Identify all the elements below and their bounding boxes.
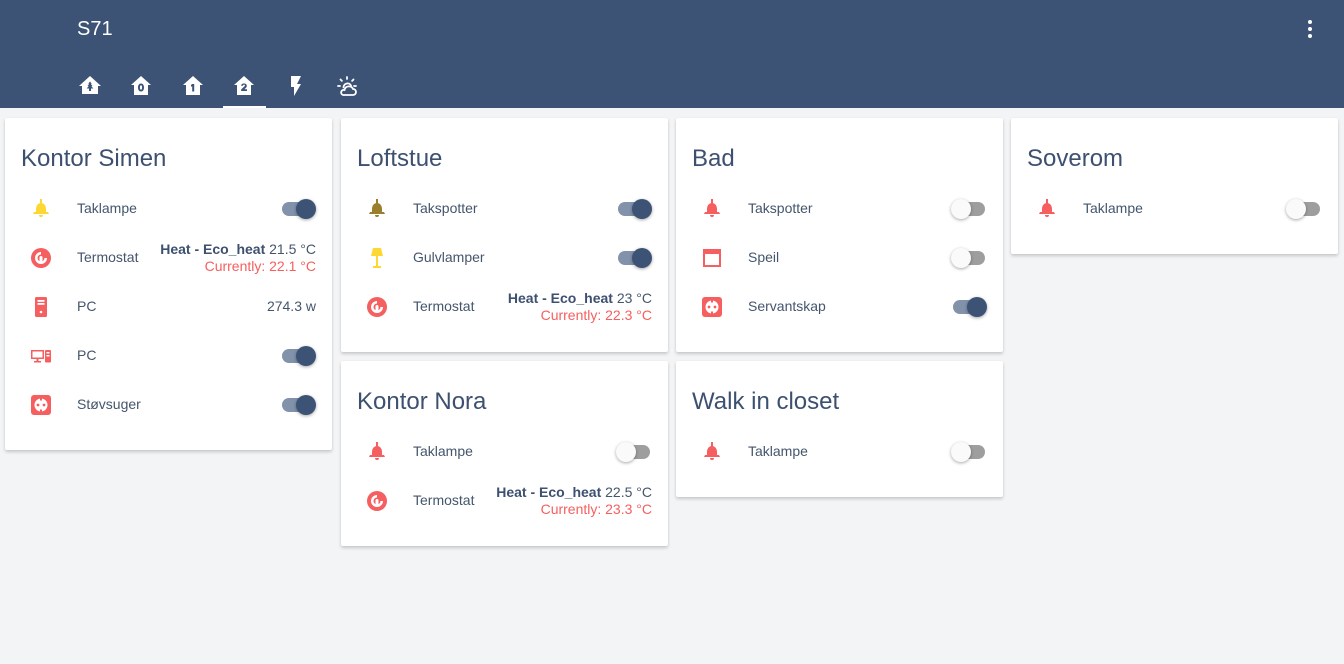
- toggle-switch[interactable]: [951, 442, 987, 462]
- floor-lamp-icon[interactable]: [365, 246, 389, 270]
- climate-state[interactable]: Heat - Eco_heat 22.5 °C Currently: 23.3 °…: [496, 484, 652, 518]
- toggle-switch[interactable]: [616, 199, 652, 219]
- card-title: Soverom: [1027, 145, 1124, 172]
- entity-row: Takspotter: [341, 185, 668, 234]
- app-title: S71: [77, 18, 113, 40]
- flash-icon: [290, 76, 301, 96]
- climate-current: Currently: 22.1 °C: [204, 258, 316, 274]
- entity-row: Termostat Heat - Eco_heat 22.5 °C Current…: [341, 477, 668, 526]
- card-walk-in-closet: Walk in closet Taklampe: [676, 361, 1003, 497]
- entity-name[interactable]: PC: [77, 347, 96, 363]
- card-kontor-simen: Kontor Simen Taklampe Termostat Heat - E…: [5, 118, 332, 450]
- card-title: Bad: [692, 145, 735, 172]
- toggle-switch[interactable]: [616, 442, 652, 462]
- entity-name[interactable]: Støvsuger: [77, 396, 141, 412]
- overflow-menu-icon[interactable]: [1300, 18, 1320, 42]
- entity-name[interactable]: PC: [77, 298, 96, 314]
- entity-row: Servantskap: [676, 283, 1003, 332]
- desktop-tower-icon[interactable]: [29, 295, 53, 319]
- entity-row: Taklampe: [1011, 185, 1338, 234]
- toggle-switch[interactable]: [616, 248, 652, 268]
- climate-mode: Heat - Eco_heat: [507, 290, 613, 306]
- toggle-switch[interactable]: [1286, 199, 1322, 219]
- climate-mode: Heat - Eco_heat: [496, 484, 602, 500]
- desktop-classic-icon[interactable]: [29, 344, 53, 368]
- home-tree-icon: [78, 76, 101, 94]
- entity-row: PC: [5, 332, 332, 381]
- tab-floor-1[interactable]: [167, 62, 219, 108]
- entity-name[interactable]: Termostat: [77, 249, 138, 265]
- ceiling-lamp-icon[interactable]: [365, 440, 389, 464]
- tab-floor-2[interactable]: [219, 62, 271, 108]
- entity-name[interactable]: Servantskap: [748, 298, 826, 314]
- climate-target: 23 °C: [616, 290, 652, 306]
- mirror-icon[interactable]: [700, 246, 724, 270]
- entity-row: Taklampe: [676, 428, 1003, 477]
- entity-name[interactable]: Taklampe: [1083, 200, 1143, 216]
- floor-1-icon: [182, 76, 203, 95]
- floor-2-icon: [234, 76, 255, 95]
- climate-target: 21.5 °C: [269, 241, 316, 257]
- card-title: Kontor Nora: [357, 388, 487, 415]
- climate-state[interactable]: Heat - Eco_heat 21.5 °C Currently: 22.1 °…: [160, 241, 316, 275]
- tab-weather[interactable]: [322, 62, 374, 108]
- thermostat-icon[interactable]: [29, 246, 53, 270]
- card-title: Walk in closet: [692, 388, 840, 415]
- toggle-switch[interactable]: [280, 199, 316, 219]
- ceiling-lamp-icon[interactable]: [1035, 197, 1059, 221]
- entity-row: Termostat Heat - Eco_heat 23 °C Currently…: [341, 283, 668, 332]
- entity-name[interactable]: Gulvlamper: [413, 249, 485, 265]
- card-soverom: Soverom Taklampe: [1011, 118, 1338, 254]
- tab-floor-0[interactable]: [116, 62, 168, 108]
- climate-current: Currently: 22.3 °C: [540, 307, 652, 323]
- entity-row: PC 274.3 w: [5, 283, 332, 332]
- toggle-switch[interactable]: [280, 395, 316, 415]
- entity-row: Takspotter: [676, 185, 1003, 234]
- climate-target: 22.5 °C: [605, 484, 652, 500]
- entity-row: Taklampe: [5, 185, 332, 234]
- entity-name[interactable]: Takspotter: [413, 200, 478, 216]
- toggle-switch[interactable]: [951, 297, 987, 317]
- ceiling-lamp-icon[interactable]: [700, 197, 724, 221]
- card-title: Loftstue: [357, 145, 443, 172]
- entity-name[interactable]: Taklampe: [748, 443, 808, 459]
- entity-name[interactable]: Taklampe: [413, 443, 473, 459]
- sensor-value: 274.3 w: [266, 298, 316, 314]
- card-kontor-nora: Kontor Nora Taklampe Termostat Heat - Ec…: [341, 361, 668, 546]
- card-loftstue: Loftstue Takspotter Gulvlamper Termostat…: [341, 118, 668, 352]
- thermostat-icon[interactable]: [365, 295, 389, 319]
- power-socket-icon[interactable]: [29, 393, 53, 417]
- thermostat-icon[interactable]: [365, 489, 389, 513]
- entity-name[interactable]: Taklampe: [77, 200, 137, 216]
- entity-name[interactable]: Speil: [748, 249, 779, 265]
- tab-energy[interactable]: [270, 62, 322, 108]
- card-title: Kontor Simen: [21, 145, 167, 172]
- toggle-switch[interactable]: [951, 248, 987, 268]
- card-bad: Bad Takspotter Speil Servantskap: [676, 118, 1003, 352]
- ceiling-lamp-icon[interactable]: [365, 197, 389, 221]
- tab-home-tree[interactable]: [64, 62, 116, 108]
- entity-row: Gulvlamper: [341, 234, 668, 283]
- weather-partly-cloudy-icon: [337, 76, 358, 96]
- entity-name[interactable]: Termostat: [413, 298, 474, 314]
- floor-0-icon: [131, 76, 152, 95]
- entity-row: Støvsuger: [5, 381, 332, 430]
- view-tabs: [64, 62, 373, 108]
- entity-name[interactable]: Takspotter: [748, 200, 813, 216]
- climate-state[interactable]: Heat - Eco_heat 23 °C Currently: 22.3 °C: [508, 290, 652, 324]
- toggle-switch[interactable]: [951, 199, 987, 219]
- ceiling-lamp-icon[interactable]: [29, 197, 53, 221]
- power-socket-icon[interactable]: [700, 295, 724, 319]
- ceiling-lamp-icon[interactable]: [700, 440, 724, 464]
- climate-current: Currently: 23.3 °C: [540, 501, 652, 517]
- entity-row: Speil: [676, 234, 1003, 283]
- entity-row: Termostat Heat - Eco_heat 21.5 °C Current…: [5, 234, 332, 283]
- toggle-switch[interactable]: [280, 346, 316, 366]
- entity-name[interactable]: Termostat: [413, 492, 474, 508]
- climate-mode: Heat - Eco_heat: [160, 241, 266, 257]
- app-header: S71: [0, 0, 1344, 108]
- entity-row: Taklampe: [341, 428, 668, 477]
